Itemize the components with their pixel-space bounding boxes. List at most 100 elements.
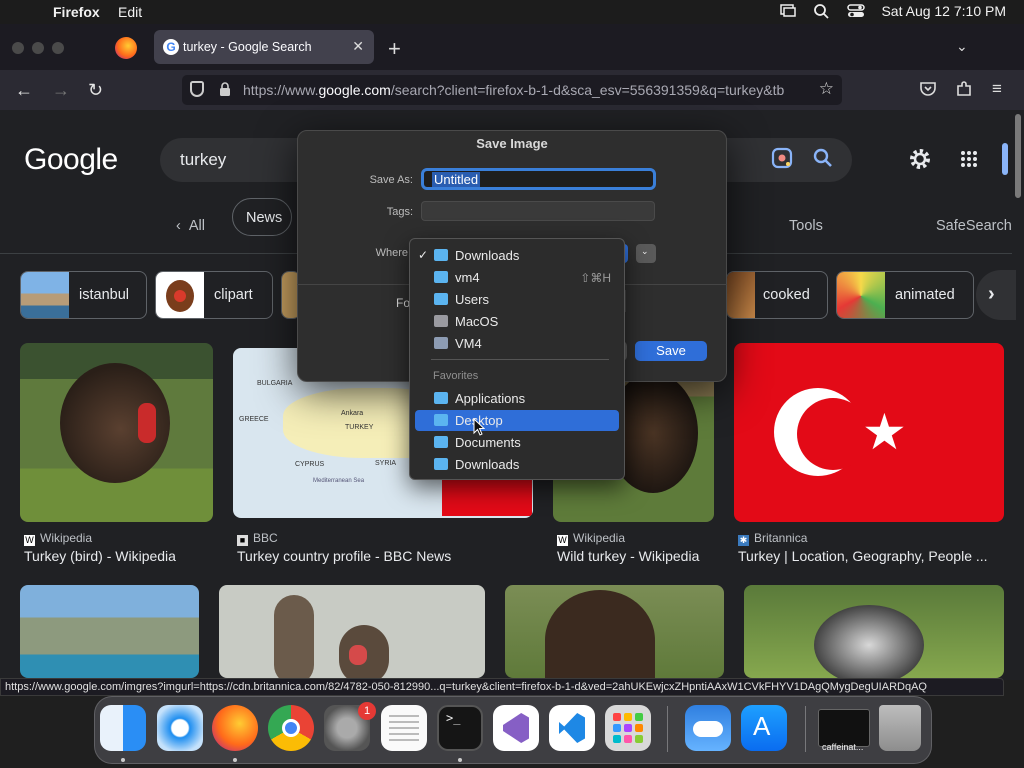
chip-clipart[interactable]: clipart [155, 271, 273, 319]
dock-chrome-icon[interactable] [268, 705, 314, 751]
save-as-label: Save As: [369, 174, 413, 186]
result-image-turkey-grass[interactable] [744, 585, 1004, 678]
menu-item-desktop[interactable]: Desktop [415, 410, 619, 431]
notification-badge: 1 [358, 702, 376, 720]
save-button[interactable]: Save [635, 341, 707, 361]
dock-running-dot [121, 758, 125, 762]
page-scrollbar[interactable] [1012, 110, 1024, 680]
list-all-tabs-chevron-icon[interactable]: ⌄ [956, 38, 968, 55]
dock-visual-studio-icon[interactable] [493, 705, 539, 751]
menu-item-downloads[interactable]: ✓ Downloads [415, 245, 619, 266]
folder-icon [434, 392, 448, 404]
dock-trash-icon[interactable] [879, 705, 921, 751]
screen-mirroring-icon[interactable] [779, 3, 797, 19]
result-image-turkey-heads[interactable] [219, 585, 485, 678]
search-icon[interactable] [812, 147, 834, 169]
folder-icon [434, 293, 448, 305]
tab-active[interactable]: G turkey - Google Search ✕ [154, 30, 374, 64]
filter-all[interactable]: ‹ All [176, 218, 205, 234]
home-folder-icon [434, 271, 448, 283]
new-tab-button[interactable]: + [388, 36, 401, 62]
result-image-turkey-fan[interactable] [505, 585, 724, 678]
google-lens-icon[interactable] [771, 147, 793, 169]
result-title[interactable]: Turkey | Location, Geography, People ... [738, 548, 988, 564]
save-as-input[interactable]: Untitled [421, 168, 656, 190]
menu-app-name[interactable]: Firefox [53, 4, 100, 20]
tab-close-icon[interactable]: ✕ [352, 38, 364, 55]
dock-launchpad-icon[interactable] [605, 705, 651, 751]
url-bar[interactable]: https://www.google.com/search?client=fir… [182, 75, 842, 105]
result-image-turkey-bird[interactable] [20, 343, 213, 522]
dock-vscode-icon[interactable] [549, 705, 595, 751]
menubar-datetime[interactable]: Sat Aug 12 7:10 PM [881, 3, 1006, 19]
dock-weather-icon[interactable] [685, 705, 731, 751]
filter-safesearch[interactable]: SafeSearch [936, 218, 1012, 234]
dock-running-dot [458, 758, 462, 762]
extensions-puzzle-icon[interactable] [955, 80, 973, 98]
favorites-header: Favorites [433, 370, 479, 382]
filter-tools[interactable]: Tools [789, 218, 823, 234]
back-arrow-icon[interactable]: ← [15, 80, 33, 101]
result-title[interactable]: Turkey (bird) - Wikipedia [24, 548, 176, 564]
search-query[interactable]: turkey [180, 150, 226, 170]
dock-safari-icon[interactable] [157, 705, 203, 751]
menu-edit[interactable]: Edit [118, 4, 142, 20]
tracking-protection-shield-icon[interactable] [190, 81, 204, 97]
link-status-bar: https://www.google.com/imgres?imgurl=htt… [0, 678, 1004, 696]
result-image-turkey-flag[interactable]: ★ [734, 343, 1004, 522]
format-label: Fo [396, 296, 411, 310]
checkmark-icon: ✓ [418, 248, 429, 262]
menu-item-vm4-home[interactable]: vm4 ⇧⌘H [415, 267, 619, 288]
dock-app-store-icon[interactable]: A [741, 705, 787, 751]
result-image-coast[interactable] [20, 585, 199, 678]
account-avatar[interactable] [1002, 143, 1008, 175]
result-source[interactable]: ■ BBC [237, 531, 278, 546]
chip-cooked[interactable]: cooked [726, 271, 828, 319]
window-close-button[interactable] [12, 42, 24, 54]
computer-icon [434, 337, 448, 349]
filter-news[interactable]: News [232, 198, 292, 236]
chip-istanbul[interactable]: istanbul [20, 271, 147, 319]
reload-icon[interactable]: ↻ [88, 80, 103, 101]
dock-firefox-icon[interactable] [212, 705, 258, 751]
menu-item-downloads-favorite[interactable]: Downloads [415, 454, 619, 475]
menu-item-applications[interactable]: Applications [415, 388, 619, 409]
google-logo[interactable]: Google [24, 143, 118, 177]
expand-chevron-icon[interactable]: ⌄ [636, 244, 656, 263]
google-favicon-icon: G [163, 39, 179, 55]
menu-item-documents[interactable]: Documents [415, 432, 619, 453]
result-title[interactable]: Wild turkey - Wikipedia [557, 548, 699, 564]
menubar: Firefox Edit Sat Aug 12 7:10 PM [0, 0, 1024, 24]
pocket-icon[interactable] [919, 80, 937, 98]
google-apps-grid-icon[interactable] [960, 150, 978, 168]
menu-item-macos[interactable]: MacOS [415, 311, 619, 332]
dialog-title: Save Image [476, 136, 548, 151]
window-minimize-button[interactable] [32, 42, 44, 54]
menu-item-users[interactable]: Users [415, 289, 619, 310]
result-source[interactable]: W Wikipedia [557, 531, 625, 546]
result-source[interactable]: ✱ Britannica [738, 531, 807, 546]
where-label: Where [375, 247, 408, 259]
menu-item-vm4-computer[interactable]: VM4 [415, 333, 619, 354]
dock-finder-icon[interactable] [100, 705, 146, 751]
tags-input[interactable] [421, 201, 655, 221]
dock-textedit-icon[interactable] [381, 705, 427, 751]
control-center-icon[interactable] [847, 3, 866, 19]
result-source[interactable]: W Wikipedia [24, 531, 92, 546]
spotlight-search-icon[interactable] [813, 3, 831, 19]
result-title[interactable]: Turkey country profile - BBC News [237, 548, 451, 564]
forward-arrow-icon[interactable]: → [52, 80, 70, 101]
url-text[interactable]: https://www.google.com/search?client=fir… [243, 82, 808, 98]
lock-icon[interactable] [219, 82, 231, 96]
app-menu-hamburger-icon[interactable]: ≡ [992, 79, 1002, 99]
dock-separator [805, 706, 806, 752]
folder-icon [434, 249, 448, 261]
shortcut-hint: ⇧⌘H [580, 271, 611, 285]
pinned-tab-firefox-icon[interactable] [115, 37, 137, 59]
window-zoom-button[interactable] [52, 42, 64, 54]
folder-icon [434, 414, 448, 426]
settings-gear-icon[interactable] [908, 147, 932, 171]
bookmark-star-icon[interactable]: ☆ [819, 79, 834, 99]
dock-terminal-icon[interactable]: >_ [437, 705, 483, 751]
chip-animated[interactable]: animated [836, 271, 974, 319]
